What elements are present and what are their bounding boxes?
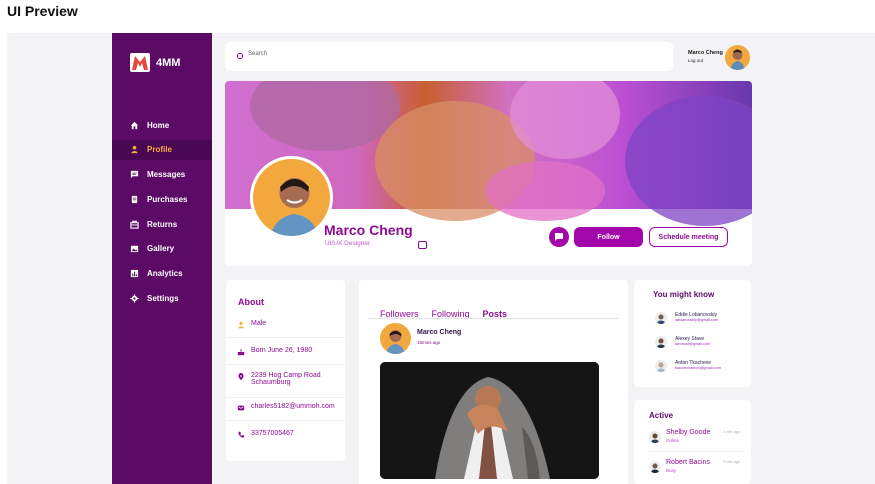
user-icon — [131, 146, 138, 154]
active-time: 9 min ago — [723, 460, 740, 464]
message-button[interactable] — [549, 227, 569, 247]
person-email: alexeyst@gmail.com — [675, 342, 711, 346]
profile-avatar[interactable] — [250, 156, 333, 239]
sidebar-item-label: Gallery — [147, 244, 175, 254]
logout-link[interactable]: Log out — [688, 58, 723, 63]
gallery-icon — [130, 246, 139, 253]
sidebar-item-home[interactable]: Home — [112, 115, 212, 135]
avatar[interactable] — [725, 45, 750, 70]
feed-card: Followers Following Posts Marco Cheng 15… — [359, 280, 628, 484]
sidebar-item-label: Home — [147, 120, 170, 130]
avatar — [655, 336, 667, 348]
about-card: About Male Born June 26, 1980 2239 Hog C… — [226, 280, 345, 461]
sidebar-item-returns[interactable]: Returns — [112, 214, 212, 234]
post-image[interactable] — [380, 362, 599, 479]
address-value: 2239 Hog Camp Road Schaumburg — [251, 372, 321, 386]
sidebar-item-label: Messages — [147, 170, 186, 180]
sidebar-item-analytics[interactable]: Analytics — [112, 264, 212, 284]
list-item[interactable]: Alexey Stave alexeyst@gmail.com — [655, 336, 710, 348]
avatar — [655, 312, 667, 324]
phone-value: 33757005467 — [251, 430, 294, 437]
sidebar-item-label: Returns — [147, 219, 178, 229]
sidebar-item-profile[interactable]: Profile — [112, 139, 212, 160]
return-icon — [130, 220, 139, 229]
about-title: About — [238, 297, 264, 307]
message-icon — [130, 170, 139, 179]
avatar — [649, 431, 661, 443]
profile-name: Marco Cheng — [324, 222, 413, 238]
phone-icon — [238, 431, 245, 438]
sidebar-item-label: Purchases — [147, 194, 188, 204]
follow-button[interactable]: Follow — [574, 227, 643, 247]
document-icon — [131, 195, 138, 203]
sidebar-item-label: Profile — [147, 145, 172, 155]
active-card: Active Shelby Goode Online 1 min ago Rob… — [634, 400, 751, 484]
search-input[interactable]: Search — [248, 51, 267, 57]
post-time: 15mins ago — [417, 340, 441, 345]
post-author[interactable]: Marco Cheng — [417, 329, 461, 336]
search-bar[interactable]: Search — [225, 42, 673, 71]
post-avatar[interactable] — [380, 323, 411, 354]
avatar — [655, 360, 667, 372]
email-row: charles5182@ummoh.com — [237, 403, 335, 412]
you-might-know-title: You might know — [653, 290, 715, 299]
address-row: 2239 Hog Camp Road Schaumburg — [237, 372, 337, 386]
status-badge: Online — [666, 438, 680, 443]
avatar — [649, 461, 661, 473]
birthday-value: Born June 26, 1980 — [251, 347, 313, 354]
chat-icon[interactable] — [418, 241, 427, 249]
active-title: Active — [649, 411, 674, 420]
active-name: Robert Bacins — [666, 459, 710, 466]
schedule-meeting-button[interactable]: Schedule meeting — [649, 227, 728, 247]
you-might-know-card: You might know Eddie Lobanovskiy laboanov… — [634, 280, 751, 387]
search-icon — [237, 53, 243, 59]
app-frame: 4MM Home Profile Messages Purchases Retu… — [7, 33, 875, 484]
phone-row: 33757005467 — [237, 430, 294, 439]
analytics-icon — [130, 270, 139, 278]
email-value: charles5182@ummoh.com — [251, 403, 335, 410]
cake-icon — [237, 349, 245, 356]
brand-name: 4MM — [156, 56, 181, 69]
sidebar-item-settings[interactable]: Settings — [112, 289, 212, 309]
profile-card: Marco Cheng UI/UX Designer Follow Schedu… — [225, 81, 752, 266]
sidebar-nav: Home Profile Messages Purchases Returns … — [112, 115, 212, 313]
page-title: UI Preview — [7, 3, 78, 19]
sidebar-item-purchases[interactable]: Purchases — [112, 189, 212, 209]
status-badge: Busy — [666, 468, 677, 473]
profile-role: UI/UX Designer — [325, 240, 371, 247]
brand-logo[interactable]: 4MM — [130, 53, 180, 72]
sidebar-item-label: Analytics — [147, 269, 183, 279]
user-name: Marco Cheng — [688, 50, 723, 56]
sidebar-item-gallery[interactable]: Gallery — [112, 239, 212, 259]
list-item[interactable]: Anton Tkacheve tkacheveanton@gmail.com — [655, 360, 721, 372]
list-item[interactable]: Eddie Lobanovskiy laboanovskiy@gmail.com — [655, 312, 718, 324]
birthday-row: Born June 26, 1980 — [237, 347, 312, 356]
user-menu[interactable]: Marco Cheng Log out — [688, 50, 723, 63]
sidebar-item-messages[interactable]: Messages — [112, 165, 212, 185]
gear-icon — [130, 294, 139, 303]
home-icon — [130, 121, 139, 129]
active-name: Shelby Goode — [666, 429, 711, 436]
logo-mark-icon — [130, 53, 150, 72]
person-email: laboanovskiy@gmail.com — [675, 318, 719, 322]
location-pin-icon — [238, 373, 244, 381]
sidebar-item-label: Settings — [147, 294, 179, 304]
user-icon — [238, 321, 244, 329]
person-email: tkacheveanton@gmail.com — [675, 366, 721, 370]
active-time: 1 min ago — [723, 430, 740, 434]
message-icon — [555, 233, 563, 241]
sidebar: 4MM Home Profile Messages Purchases Retu… — [112, 33, 212, 484]
mail-icon — [237, 405, 245, 411]
gender-value: Male — [251, 320, 267, 327]
gender-row: Male — [237, 320, 266, 329]
